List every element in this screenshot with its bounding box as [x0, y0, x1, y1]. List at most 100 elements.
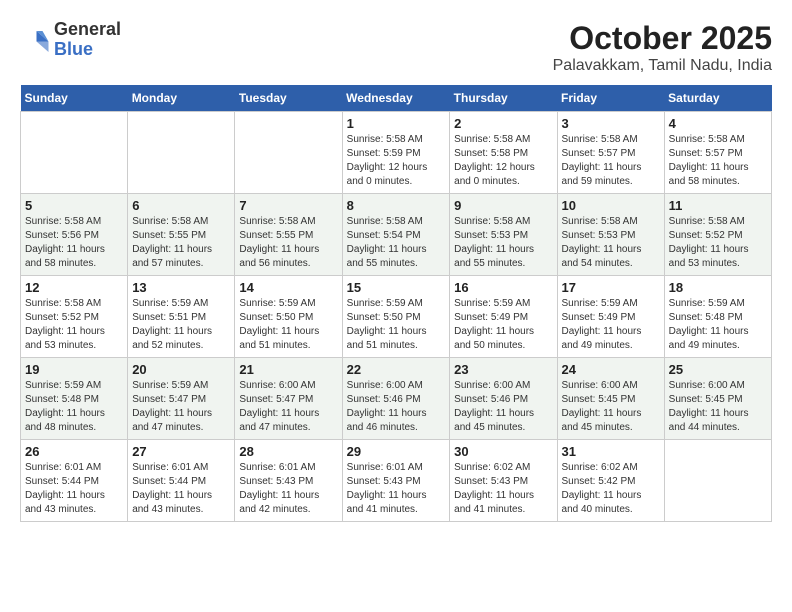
calendar-cell: 29 Sunrise: 6:01 AMSunset: 5:43 PMDayligh…	[342, 440, 450, 522]
calendar-cell: 17 Sunrise: 5:59 AMSunset: 5:49 PMDayligh…	[557, 276, 664, 358]
day-info: Sunrise: 5:59 AMSunset: 5:48 PMDaylight:…	[669, 297, 767, 353]
logo-general-text: General	[54, 20, 121, 40]
calendar-cell: 22Sunrise: 6:00 AMSunset: 5:46 PMDayligh…	[342, 358, 450, 440]
calendar-week-row: 26 Sunrise: 6:01 AMSunset: 5:44 PMDayligh…	[21, 440, 772, 522]
day-number: 29	[347, 444, 446, 459]
calendar-table: SundayMondayTuesdayWednesdayThursdayFrid…	[20, 85, 772, 522]
day-number: 8	[347, 198, 446, 213]
calendar-cell: 15 Sunrise: 5:59 AMSunset: 5:50 PMDayligh…	[342, 276, 450, 358]
calendar-week-row: 12Sunrise: 5:58 AMSunset: 5:52 PMDayligh…	[21, 276, 772, 358]
calendar-cell: 2 Sunrise: 5:58 AMSunset: 5:58 PMDaylight…	[450, 112, 557, 194]
calendar-cell: 25 Sunrise: 6:00 AMSunset: 5:45 PMDayligh…	[664, 358, 771, 440]
day-info: Sunrise: 5:58 AMSunset: 5:55 PMDaylight:…	[132, 215, 230, 271]
day-info: Sunrise: 5:58 AMSunset: 5:56 PMDaylight:…	[25, 215, 123, 271]
day-number: 3	[562, 116, 660, 131]
calendar-cell: 27 Sunrise: 6:01 AMSunset: 5:44 PMDayligh…	[128, 440, 235, 522]
day-number: 16	[454, 280, 552, 295]
weekday-header-wednesday: Wednesday	[342, 85, 450, 112]
day-number: 2	[454, 116, 552, 131]
page-header: General Blue October 2025 Palavakkam, Ta…	[20, 20, 772, 75]
calendar-cell	[664, 440, 771, 522]
day-number: 9	[454, 198, 552, 213]
location: Palavakkam, Tamil Nadu, India	[553, 57, 772, 75]
day-info: Sunrise: 5:59 AMSunset: 5:50 PMDaylight:…	[239, 297, 337, 353]
calendar-cell	[235, 112, 342, 194]
day-number: 31	[562, 444, 660, 459]
day-info: Sunrise: 5:58 AMSunset: 5:52 PMDaylight:…	[669, 215, 767, 271]
weekday-header-tuesday: Tuesday	[235, 85, 342, 112]
day-number: 13	[132, 280, 230, 295]
calendar-cell: 30Sunrise: 6:02 AMSunset: 5:43 PMDayligh…	[450, 440, 557, 522]
day-info: Sunrise: 5:59 AMSunset: 5:50 PMDaylight:…	[347, 297, 446, 353]
day-info: Sunrise: 5:58 AMSunset: 5:53 PMDaylight:…	[454, 215, 552, 271]
day-info: Sunrise: 5:58 AMSunset: 5:55 PMDaylight:…	[239, 215, 337, 271]
weekday-header-sunday: Sunday	[21, 85, 128, 112]
day-info: Sunrise: 5:59 AMSunset: 5:51 PMDaylight:…	[132, 297, 230, 353]
calendar-cell	[128, 112, 235, 194]
day-info: Sunrise: 6:00 AMSunset: 5:45 PMDaylight:…	[669, 379, 767, 435]
day-number: 1	[347, 116, 446, 131]
calendar-cell: 7 Sunrise: 5:58 AMSunset: 5:55 PMDaylight…	[235, 194, 342, 276]
calendar-cell: 8 Sunrise: 5:58 AMSunset: 5:54 PMDaylight…	[342, 194, 450, 276]
calendar-cell: 18 Sunrise: 5:59 AMSunset: 5:48 PMDayligh…	[664, 276, 771, 358]
calendar-cell: 28Sunrise: 6:01 AMSunset: 5:43 PMDayligh…	[235, 440, 342, 522]
day-info: Sunrise: 5:59 AMSunset: 5:49 PMDaylight:…	[562, 297, 660, 353]
day-number: 6	[132, 198, 230, 213]
calendar-week-row: 19 Sunrise: 5:59 AMSunset: 5:48 PMDayligh…	[21, 358, 772, 440]
calendar-cell: 13 Sunrise: 5:59 AMSunset: 5:51 PMDayligh…	[128, 276, 235, 358]
calendar-cell: 4 Sunrise: 5:58 AMSunset: 5:57 PMDaylight…	[664, 112, 771, 194]
calendar-header-row: SundayMondayTuesdayWednesdayThursdayFrid…	[21, 85, 772, 112]
calendar-cell: 31 Sunrise: 6:02 AMSunset: 5:42 PMDayligh…	[557, 440, 664, 522]
logo-blue-text: Blue	[54, 40, 121, 60]
day-number: 25	[669, 362, 767, 377]
weekday-header-saturday: Saturday	[664, 85, 771, 112]
day-info: Sunrise: 5:59 AMSunset: 5:48 PMDaylight:…	[25, 379, 123, 435]
logo-icon	[20, 25, 50, 55]
calendar-cell: 5Sunrise: 5:58 AMSunset: 5:56 PMDaylight…	[21, 194, 128, 276]
month-title: October 2025	[553, 20, 772, 57]
day-number: 7	[239, 198, 337, 213]
calendar-cell: 12Sunrise: 5:58 AMSunset: 5:52 PMDayligh…	[21, 276, 128, 358]
day-number: 18	[669, 280, 767, 295]
day-info: Sunrise: 6:01 AMSunset: 5:43 PMDaylight:…	[347, 461, 446, 517]
weekday-header-monday: Monday	[128, 85, 235, 112]
day-number: 19	[25, 362, 123, 377]
calendar-cell: 21 Sunrise: 6:00 AMSunset: 5:47 PMDayligh…	[235, 358, 342, 440]
day-info: Sunrise: 6:01 AMSunset: 5:44 PMDaylight:…	[132, 461, 230, 517]
day-info: Sunrise: 5:59 AMSunset: 5:49 PMDaylight:…	[454, 297, 552, 353]
day-number: 24	[562, 362, 660, 377]
day-number: 26	[25, 444, 123, 459]
day-number: 30	[454, 444, 552, 459]
calendar-cell: 1 Sunrise: 5:58 AMSunset: 5:59 PMDaylight…	[342, 112, 450, 194]
calendar-cell: 9 Sunrise: 5:58 AMSunset: 5:53 PMDaylight…	[450, 194, 557, 276]
day-info: Sunrise: 5:58 AMSunset: 5:58 PMDaylight:…	[454, 133, 552, 189]
calendar-cell: 23Sunrise: 6:00 AMSunset: 5:46 PMDayligh…	[450, 358, 557, 440]
day-info: Sunrise: 5:58 AMSunset: 5:59 PMDaylight:…	[347, 133, 446, 189]
day-info: Sunrise: 6:00 AMSunset: 5:46 PMDaylight:…	[347, 379, 446, 435]
calendar-cell: 26 Sunrise: 6:01 AMSunset: 5:44 PMDayligh…	[21, 440, 128, 522]
calendar-cell: 6 Sunrise: 5:58 AMSunset: 5:55 PMDaylight…	[128, 194, 235, 276]
day-number: 27	[132, 444, 230, 459]
title-block: October 2025 Palavakkam, Tamil Nadu, Ind…	[553, 20, 772, 75]
calendar-week-row: 5Sunrise: 5:58 AMSunset: 5:56 PMDaylight…	[21, 194, 772, 276]
day-number: 4	[669, 116, 767, 131]
calendar-cell: 20Sunrise: 5:59 AMSunset: 5:47 PMDayligh…	[128, 358, 235, 440]
day-number: 21	[239, 362, 337, 377]
calendar-cell: 16 Sunrise: 5:59 AMSunset: 5:49 PMDayligh…	[450, 276, 557, 358]
day-number: 14	[239, 280, 337, 295]
calendar-week-row: 1 Sunrise: 5:58 AMSunset: 5:59 PMDaylight…	[21, 112, 772, 194]
day-info: Sunrise: 6:02 AMSunset: 5:42 PMDaylight:…	[562, 461, 660, 517]
day-info: Sunrise: 5:58 AMSunset: 5:54 PMDaylight:…	[347, 215, 446, 271]
day-info: Sunrise: 5:58 AMSunset: 5:57 PMDaylight:…	[669, 133, 767, 189]
day-info: Sunrise: 6:00 AMSunset: 5:47 PMDaylight:…	[239, 379, 337, 435]
weekday-header-friday: Friday	[557, 85, 664, 112]
day-info: Sunrise: 6:00 AMSunset: 5:45 PMDaylight:…	[562, 379, 660, 435]
day-number: 12	[25, 280, 123, 295]
logo-text: General Blue	[54, 20, 121, 60]
day-number: 17	[562, 280, 660, 295]
day-info: Sunrise: 6:01 AMSunset: 5:44 PMDaylight:…	[25, 461, 123, 517]
day-info: Sunrise: 5:58 AMSunset: 5:57 PMDaylight:…	[562, 133, 660, 189]
logo: General Blue	[20, 20, 121, 60]
day-number: 15	[347, 280, 446, 295]
weekday-header-thursday: Thursday	[450, 85, 557, 112]
